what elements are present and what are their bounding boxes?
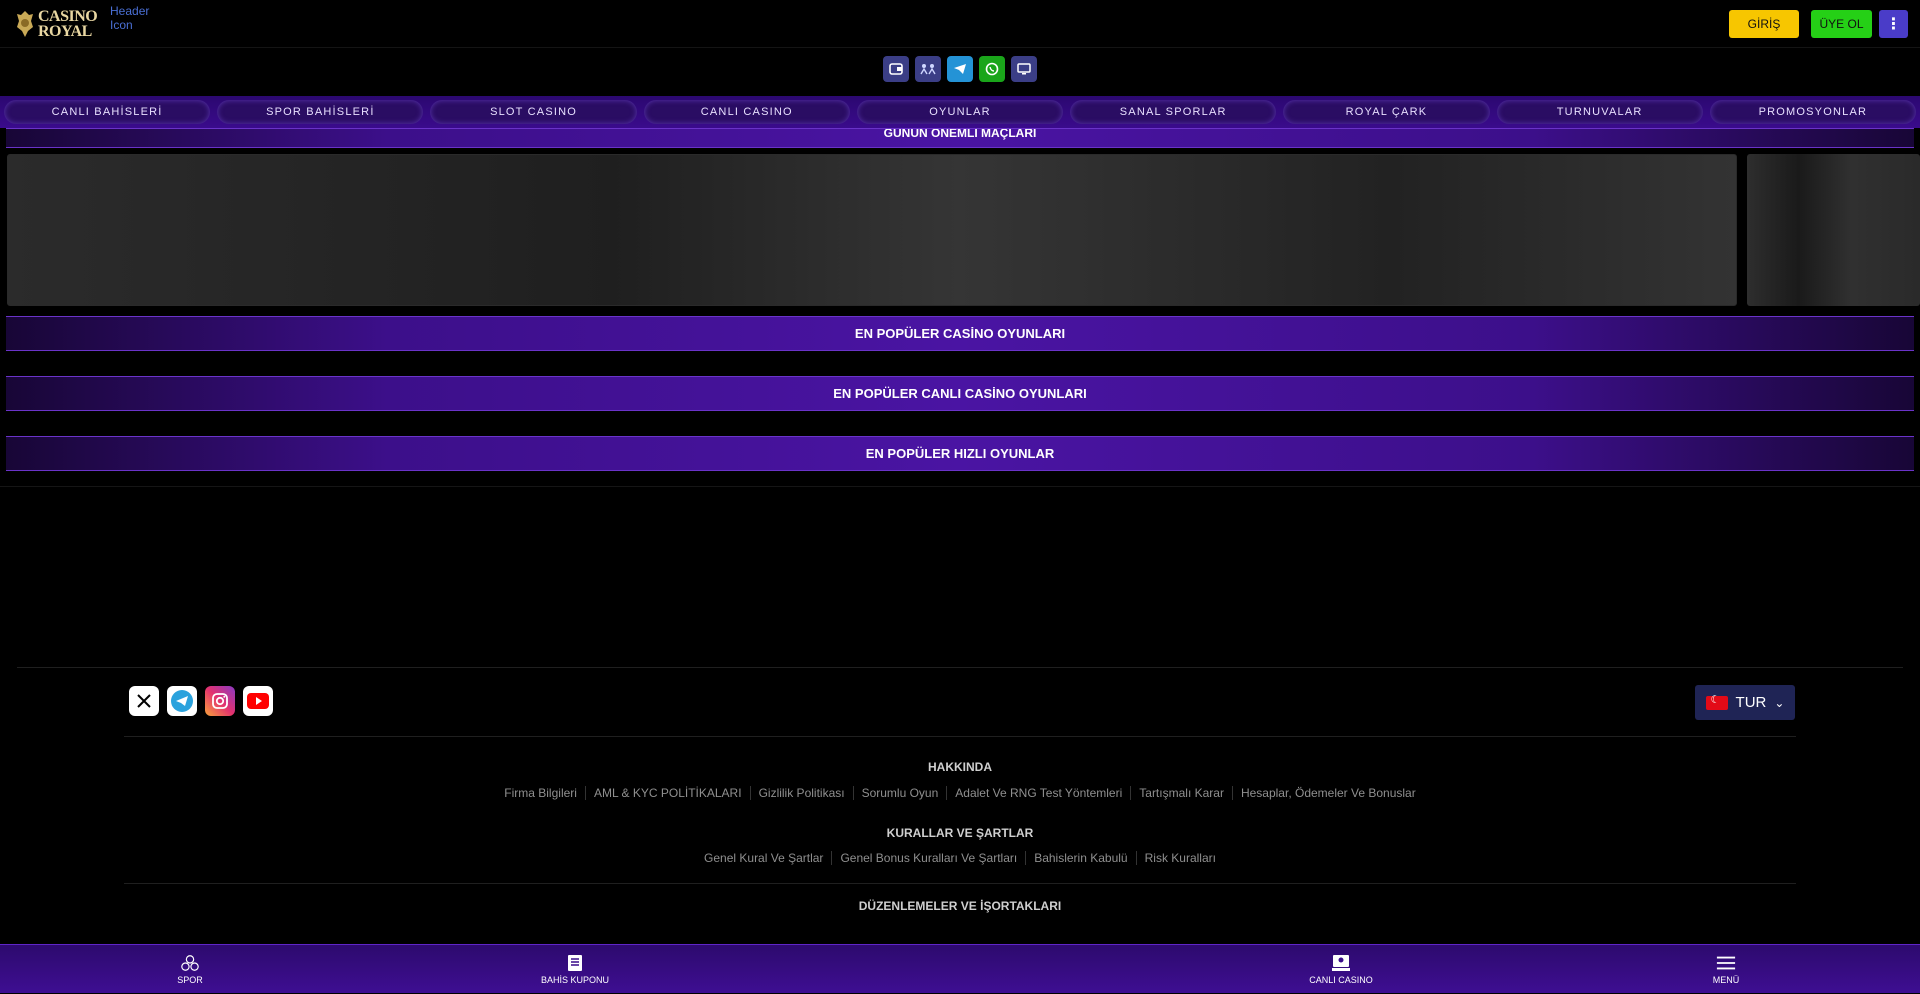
rules-links: Genel Kural Ve Şartlar Genel Bonus Kural… — [0, 851, 1920, 865]
popular-live-casino-title: EN POPÜLER CANLI CASİNO OYUNLARI — [6, 376, 1914, 411]
bottom-nav-sport[interactable]: SPOR — [130, 945, 250, 994]
turkey-flag-icon — [1705, 693, 1728, 710]
nav-live-betting[interactable]: CANLI BAHİSLERİ — [4, 100, 211, 124]
nav-games[interactable]: OYUNLAR — [856, 100, 1064, 124]
whatsapp-icon[interactable] — [979, 56, 1005, 82]
lion-crest-icon — [15, 9, 35, 39]
popular-fast-games-title-text: EN POPÜLER HIZLI OYUNLAR — [865, 446, 1055, 461]
top-header: CASINO ROYAL Header Icon GİRİŞ ÜYE OL ⋮ — [0, 0, 1920, 48]
nav-sports-betting[interactable]: SPOR BAHİSLERİ — [217, 100, 424, 124]
about-links: Firma Bilgileri AML & KYC POLİTİKALARI G… — [0, 786, 1920, 800]
rules-heading: KURALLAR VE ŞARTLAR — [886, 826, 1034, 840]
footer-divider-mid — [124, 736, 1796, 737]
footer-divider-top — [17, 667, 1903, 668]
tv-icon[interactable] — [1011, 56, 1037, 82]
nav-live-casino[interactable]: CANLI CASINO — [643, 100, 850, 124]
language-label: TUR — [1735, 694, 1767, 711]
x-icon[interactable] — [129, 686, 159, 716]
bottom-nav-live-casino[interactable]: CANLI CASINO — [1281, 945, 1401, 994]
regulations-heading: DÜZENLEMELER VE İŞORTAKLARI — [858, 899, 1062, 913]
wallet-icon[interactable] — [883, 56, 909, 82]
kebab-menu-icon[interactable]: ⋮ — [1879, 10, 1908, 38]
popular-casino-title-text: EN POPÜLER CASİNO OYUNLARI — [854, 326, 1066, 341]
logo-line-casino: CASINO — [38, 8, 98, 25]
quick-links-bar — [0, 56, 1920, 82]
popular-live-casino-title-text: EN POPÜLER CANLI CASİNO OYUNLARI — [833, 386, 1087, 401]
instagram-icon[interactable] — [205, 686, 235, 716]
link-fairness-rng[interactable]: Adalet Ve RNG Test Yöntemleri — [946, 786, 1130, 800]
link-general-terms[interactable]: Genel Kural Ve Şartlar — [696, 851, 831, 865]
bottom-nav-menu[interactable]: MENÜ — [1666, 945, 1786, 994]
popular-fast-games-title: EN POPÜLER HIZLI OYUNLAR — [6, 436, 1914, 471]
live-dealer-icon — [1331, 954, 1351, 972]
link-bet-acceptance[interactable]: Bahislerin Kabulü — [1025, 851, 1135, 865]
users-icon[interactable] — [915, 56, 941, 82]
login-button[interactable]: GİRİŞ — [1729, 10, 1799, 38]
matches-slider-card-next[interactable] — [1747, 154, 1920, 306]
social-links — [129, 686, 273, 716]
telegram-icon[interactable] — [947, 56, 973, 82]
bottom-nav-live-casino-label: CANLI CASINO — [1309, 975, 1373, 985]
footer-divider-bottom — [124, 883, 1796, 884]
link-accounts-payments[interactable]: Hesaplar, Ödemeler Ve Bonuslar — [1231, 786, 1424, 800]
youtube-icon[interactable] — [243, 686, 273, 716]
nav-slot-casino[interactable]: SLOT CASINO — [430, 100, 637, 124]
bottom-nav-bet-slip-label: BAHİS KUPONU — [540, 975, 609, 985]
link-privacy-policy[interactable]: Gizlilik Politikası — [749, 786, 853, 800]
main-navigation: CANLI BAHİSLERİ SPOR BAHİSLERİ SLOT CASI… — [0, 96, 1920, 128]
language-selector[interactable]: TUR ⌄ — [1695, 685, 1795, 720]
bottom-nav-menu-label: MENÜ — [1712, 975, 1740, 985]
nav-virtual-sports[interactable]: SANAL SPORLAR — [1070, 100, 1277, 124]
header-icon-image: Header Icon — [110, 4, 150, 32]
nav-royal-wheel[interactable]: ROYAL ÇARK — [1283, 100, 1490, 124]
about-heading: HAKKINDA — [928, 760, 992, 774]
link-aml-kyc[interactable]: AML & KYC POLİTİKALARI — [584, 786, 750, 800]
matches-title-text: GÜNÜN ÖNEMLİ MAÇLARI — [883, 128, 1037, 140]
nav-promotions[interactable]: PROMOSYONLAR — [1709, 100, 1916, 124]
content-divider — [0, 486, 1920, 487]
matches-section-title: GÜNÜN ÖNEMLİ MAÇLARI — [6, 128, 1914, 148]
bottom-navigation: SPOR BAHİS KUPONU CANLI CASINO MENÜ — [0, 944, 1920, 993]
hamburger-menu-icon — [1716, 954, 1736, 972]
link-bonus-terms[interactable]: Genel Bonus Kuralları Ve Şartları — [831, 851, 1025, 865]
chevron-down-icon: ⌄ — [1774, 695, 1785, 710]
nav-tournaments[interactable]: TURNUVALAR — [1496, 100, 1703, 124]
matches-slider-card[interactable] — [7, 154, 1737, 306]
sport-balls-icon — [180, 954, 200, 972]
bet-slip-icon — [565, 954, 585, 972]
link-responsible-gaming[interactable]: Sorumlu Oyun — [852, 786, 947, 800]
register-button[interactable]: ÜYE OL — [1811, 10, 1872, 38]
bottom-nav-sport-label: SPOR — [177, 975, 203, 985]
telegram-icon[interactable] — [167, 686, 197, 716]
logo-line-royal: ROYAL — [38, 23, 92, 40]
link-company-info[interactable]: Firma Bilgileri — [496, 786, 585, 800]
popular-casino-title: EN POPÜLER CASİNO OYUNLARI — [6, 316, 1914, 351]
bottom-nav-bet-slip[interactable]: BAHİS KUPONU — [515, 945, 635, 994]
link-risk-rules[interactable]: Risk Kuralları — [1135, 851, 1224, 865]
casino-royal-logo[interactable]: CASINO ROYAL — [15, 6, 98, 42]
link-disputed-decision[interactable]: Tartışmalı Karar — [1130, 786, 1232, 800]
